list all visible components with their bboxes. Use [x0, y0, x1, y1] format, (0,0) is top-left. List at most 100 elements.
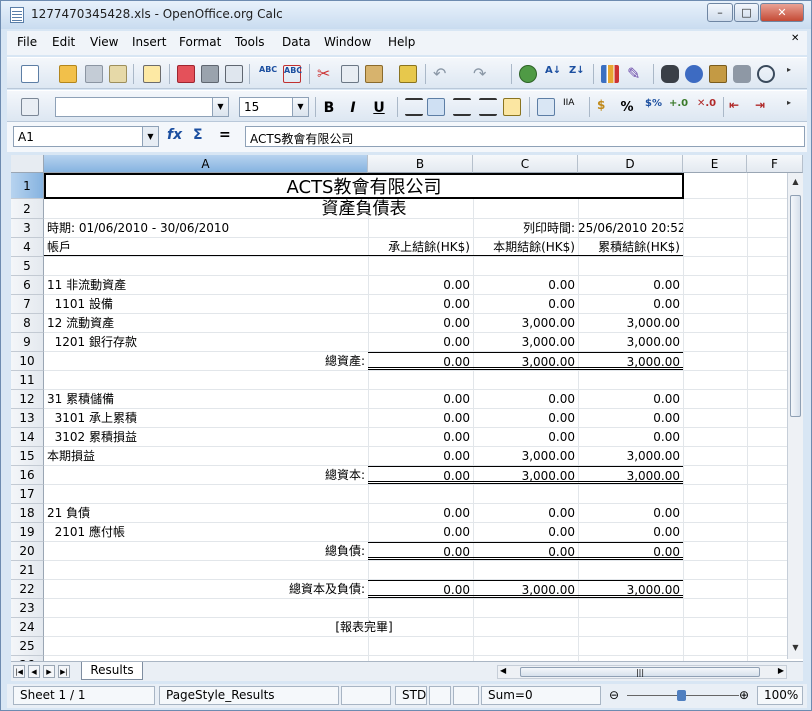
row-header-4[interactable]: 4 [11, 238, 44, 257]
open-folder-icon[interactable] [59, 65, 77, 83]
next-sheet-icon[interactable]: ▶ [43, 665, 55, 678]
menu-format[interactable]: Format [179, 35, 221, 49]
row-header-20[interactable]: 20 [11, 542, 44, 561]
row-header-1[interactable]: 1 [11, 173, 44, 199]
column-header-c[interactable]: C [473, 155, 578, 173]
copy-icon[interactable] [341, 65, 359, 83]
save-icon[interactable] [85, 65, 103, 83]
sort-descending-icon[interactable]: Z↓ [569, 65, 587, 83]
vertical-text-icon[interactable]: IIA [563, 98, 581, 116]
add-decimal-icon[interactable]: +.0 [669, 98, 688, 116]
currency-format-icon[interactable]: $ [597, 98, 615, 116]
prev-sheet-icon[interactable]: ◀ [28, 665, 40, 678]
zoom-in-icon[interactable]: ⊕ [739, 688, 749, 702]
row-header-25[interactable]: 25 [11, 637, 44, 656]
menu-insert[interactable]: Insert [132, 35, 166, 49]
font-size-combo[interactable]: 15 ▼ [239, 97, 309, 117]
italic-button[interactable]: I [343, 98, 363, 118]
navigator-icon[interactable] [519, 65, 537, 83]
column-header-f[interactable]: F [747, 155, 803, 173]
column-header-a[interactable]: A [44, 155, 368, 173]
row-header-16[interactable]: 16 [11, 466, 44, 485]
close-button[interactable]: ✕ [760, 3, 804, 22]
title-bar[interactable]: 1277470345428.xls - OpenOffice.org Calc … [1, 1, 811, 29]
sum-button[interactable]: Σ [193, 127, 203, 143]
zoom-level[interactable]: 100% [757, 686, 803, 705]
autospellcheck-icon[interactable]: ABC [283, 65, 302, 83]
clone-formatting-icon[interactable] [399, 65, 417, 83]
row-header-22[interactable]: 22 [11, 580, 44, 599]
row-header-8[interactable]: 8 [11, 314, 44, 333]
maximize-button[interactable]: □ [734, 3, 759, 22]
undo-icon[interactable]: ↶ [433, 65, 451, 83]
draw-functions-icon[interactable]: ✎ [627, 65, 645, 83]
chevron-down-icon[interactable]: ▼ [292, 98, 308, 116]
column-header-d[interactable]: D [578, 155, 683, 173]
chevron-down-icon[interactable]: ▼ [142, 127, 158, 146]
menu-close-doc-icon[interactable]: ✕ [791, 33, 799, 44]
email-icon[interactable] [109, 65, 127, 83]
find-replace-icon[interactable] [661, 65, 679, 83]
row-header-13[interactable]: 13 [11, 409, 44, 428]
row-header-9[interactable]: 9 [11, 333, 44, 352]
redo-icon[interactable]: ↷ [473, 65, 491, 83]
menu-edit[interactable]: Edit [52, 35, 75, 49]
menu-help[interactable]: Help [388, 35, 415, 49]
scroll-down-icon[interactable]: ▼ [789, 641, 802, 655]
standard-number-format-icon[interactable]: $% [645, 98, 663, 116]
row-header-19[interactable]: 19 [11, 523, 44, 542]
spreadsheet-grid[interactable]: A B C D E F 1 2 3 4 5 6 7 8 9 10 11 12 13 14 15 16 17 18 1… [11, 155, 803, 661]
row-header-12[interactable]: 12 [11, 390, 44, 409]
row-header-3[interactable]: 3 [11, 219, 44, 238]
cut-icon[interactable]: ✂ [317, 65, 335, 83]
row-header-2[interactable]: 2 [11, 199, 44, 219]
row-header-14[interactable]: 14 [11, 428, 44, 447]
print-icon[interactable] [201, 65, 219, 83]
menu-window[interactable]: Window [324, 35, 371, 49]
print-preview-icon[interactable] [225, 65, 243, 83]
toolbar-overflow-icon[interactable]: ▸ [787, 65, 797, 83]
scroll-up-icon[interactable]: ▲ [789, 175, 802, 189]
column-header-b[interactable]: B [368, 155, 473, 173]
merge-cells-icon[interactable] [503, 98, 521, 116]
row-header-21[interactable]: 21 [11, 561, 44, 580]
horizontal-scrollbar[interactable]: ◀ ||| ▶ [497, 665, 787, 679]
export-pdf-icon[interactable] [177, 65, 195, 83]
row-header-18[interactable]: 18 [11, 504, 44, 523]
align-center-icon[interactable] [427, 98, 445, 116]
chevron-down-icon[interactable]: ▼ [212, 98, 228, 116]
vertical-scrollbar[interactable]: ▲ ▼ [787, 173, 803, 659]
data-sources-icon[interactable] [709, 65, 727, 83]
row-header-11[interactable]: 11 [11, 371, 44, 390]
underline-button[interactable]: U [369, 98, 389, 118]
styles-formatting-icon[interactable] [21, 98, 39, 116]
percent-format-button[interactable]: % [617, 98, 637, 118]
chart-icon[interactable] [601, 65, 619, 83]
new-document-icon[interactable] [21, 65, 39, 83]
row-header-15[interactable]: 15 [11, 447, 44, 466]
font-name-combo[interactable]: ▼ [55, 97, 229, 117]
row-header-24[interactable]: 24 [11, 618, 44, 637]
zoom-slider-knob[interactable] [677, 690, 686, 701]
menu-view[interactable]: View [90, 35, 118, 49]
selection-mode[interactable]: STD [395, 686, 427, 705]
select-all-corner[interactable] [11, 155, 44, 173]
name-box[interactable]: A1 ▼ [13, 126, 159, 147]
justify-icon[interactable] [479, 98, 497, 116]
edit-file-icon[interactable] [143, 65, 161, 83]
last-sheet-icon[interactable]: ▶| [58, 665, 70, 678]
cell-a1-selected[interactable]: ACTS教會有限公司 [44, 173, 684, 199]
wrap-text-icon[interactable] [537, 98, 555, 116]
paste-icon[interactable] [365, 65, 383, 83]
toolbar-overflow-icon[interactable]: ▸ [787, 98, 797, 116]
scroll-left-icon[interactable]: ◀ [500, 666, 506, 675]
delete-decimal-icon[interactable]: ✕.0 [697, 98, 716, 116]
minimize-button[interactable]: – [707, 3, 733, 22]
row-header-7[interactable]: 7 [11, 295, 44, 314]
row-header-6[interactable]: 6 [11, 276, 44, 295]
row-header-23[interactable]: 23 [11, 599, 44, 618]
zoom-icon[interactable] [757, 65, 775, 83]
function-wizard-button[interactable]: fx [167, 127, 182, 143]
align-left-icon[interactable] [405, 98, 423, 116]
row-header-10[interactable]: 10 [11, 352, 44, 371]
